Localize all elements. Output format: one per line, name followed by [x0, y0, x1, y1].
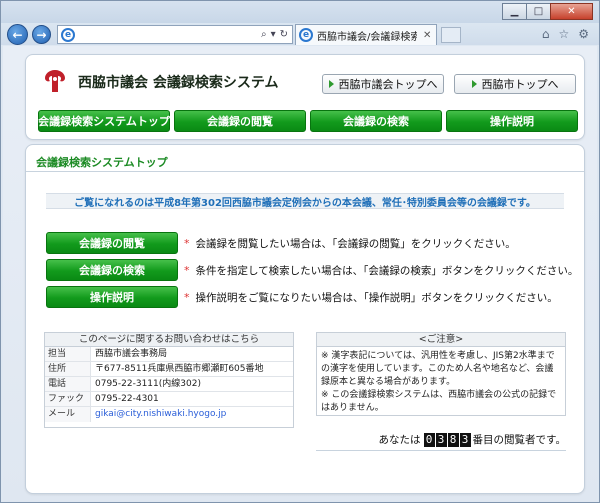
counter-suffix: 番目の閲覧者です。	[472, 434, 566, 446]
browser-tab[interactable]: e 西脇市議会/会議録検索シ... ✕	[295, 24, 437, 45]
browser-window: ▁ □ ✕ ← → e ⌕ ▾ ↻ e 西脇市議会/会議録検索シ... ✕ ⌂ …	[0, 0, 600, 503]
home-icon[interactable]: ⌂	[542, 27, 550, 41]
counter-digit: 8	[447, 432, 459, 447]
close-icon[interactable]: ✕	[550, 3, 593, 20]
caution-note-2: ※ この会議録検索システムは、西脇市議会の公式の記録ではありません。	[321, 390, 557, 413]
contact-table: このページに関するお問い合わせはこちら 担当 西脇市議会事務局 住所 〒677-…	[44, 332, 294, 428]
email-link[interactable]: gikai@city.nishiwaki.hyogo.jp	[91, 407, 226, 422]
back-button[interactable]: ←	[7, 24, 28, 45]
search-icon[interactable]: ⌕	[261, 29, 267, 40]
nav-browse[interactable]: 会議録の閲覧	[174, 110, 306, 132]
table-row: ファックス 0795-22-4301	[45, 392, 293, 418]
site-header: 西脇市議会 会議録検索システム 西脇市議会トップへ 西脇市トップへ 会議録検索シ…	[25, 54, 585, 140]
refresh-icon[interactable]: ↻	[280, 29, 288, 40]
main-panel: 会議録検索システムトップ ご覧になれるのは平成8年第302回西脇市議会定例会から…	[25, 144, 585, 494]
visitor-counter-line: あなたは 0 3 8 3 番目の閲覧者です。	[316, 432, 566, 447]
counter-digit: 3	[459, 432, 471, 447]
search-button[interactable]: 会議録の検索	[46, 259, 178, 281]
link-city-top-label: 西脇市トップへ	[481, 78, 559, 91]
caution-text: ※ 漢字表記については、汎用性を考慮し、JIS第2水準までの漢字を使用しています…	[317, 347, 565, 418]
tab-close-icon[interactable]: ✕	[423, 30, 431, 41]
browse-description-text: 会議録を閲覧したい場合は、「会議録の閲覧」をクリックください。	[195, 238, 516, 250]
browser-tools: ⌂ ☆ ⚙	[542, 27, 589, 41]
counter-digit: 3	[435, 432, 447, 447]
table-row: 住所 〒677-8511兵庫県西脇市郷瀬町605番地	[45, 362, 293, 377]
counter-prefix: あなたは	[378, 434, 421, 446]
title-bar: ▁ □ ✕	[1, 1, 599, 23]
window-controls: ▁ □ ✕	[502, 3, 593, 20]
caution-heading: <ご注意>	[317, 333, 565, 347]
counter-divider	[316, 450, 566, 451]
forward-arrow-icon: →	[36, 27, 47, 42]
maximize-icon[interactable]: □	[526, 3, 551, 20]
table-row: 電話 0795-22-3111(内線302)	[45, 377, 293, 392]
tab-favicon-icon: e	[299, 28, 313, 42]
help-description: * 操作説明をご覧になりたい場合は、「操作説明」ボタンをクリックください。	[184, 290, 558, 305]
contact-value: 西脇市議会事務局	[95, 349, 168, 359]
contact-value: 0795-22-3111(内線302)	[95, 379, 201, 389]
browse-button[interactable]: 会議録の閲覧	[46, 232, 178, 254]
contact-key: ファックス	[45, 392, 91, 418]
visitor-counter: 0 3 8 3	[423, 432, 471, 447]
link-council-top[interactable]: 西脇市議会トップへ	[322, 74, 444, 94]
contact-heading: このページに関するお問い合わせはこちら	[45, 333, 293, 347]
contact-key: 電話	[45, 377, 91, 391]
caution-note-1: ※ 漢字表記については、汎用性を考慮し、JIS第2水準までの漢字を使用しています…	[321, 351, 555, 387]
nav-help[interactable]: 操作説明	[446, 110, 578, 132]
contact-key: 担当	[45, 347, 91, 361]
contact-key: 住所	[45, 362, 91, 376]
search-description-text: 条件を指定して検索したい場合は、「会議録の検索」ボタンをクリックください。	[195, 265, 579, 277]
notice-bar: ご覧になれるのは平成8年第302回西脇市議会定例会からの本会議、常任･特別委員会…	[46, 193, 564, 209]
nav-system-top[interactable]: 会議録検索システムトップ	[38, 110, 170, 132]
back-arrow-icon: ←	[12, 27, 23, 42]
table-row: 担当 西脇市議会事務局	[45, 347, 293, 362]
section-title: 会議録検索システムトップ	[36, 156, 168, 169]
search-description: * 条件を指定して検索したい場合は、「会議録の検索」ボタンをクリックください。	[184, 263, 578, 278]
new-tab-button[interactable]	[441, 27, 461, 43]
ie-page-icon: e	[61, 27, 75, 42]
table-row: メール gikai@city.nishiwaki.hyogo.jp	[45, 407, 293, 422]
link-council-top-label: 西脇市議会トップへ	[338, 78, 438, 91]
dropdown-icon[interactable]: ▾	[271, 29, 276, 40]
browser-toolbar: ← → e ⌕ ▾ ↻ e 西脇市議会/会議録検索シ... ✕ ⌂ ☆ ⚙	[1, 23, 599, 45]
help-button[interactable]: 操作説明	[46, 286, 178, 308]
asterisk-icon: *	[184, 264, 190, 277]
nav-search[interactable]: 会議録の検索	[310, 110, 442, 132]
browse-description: * 会議録を閲覧したい場合は、「会議録の閲覧」をクリックください。	[184, 236, 516, 251]
city-emblem-icon	[45, 70, 65, 92]
caution-box: <ご注意> ※ 漢字表記については、汎用性を考慮し、JIS第2水準までの漢字を使…	[316, 332, 566, 416]
contact-value: 0795-22-4301	[95, 394, 159, 404]
section-divider	[26, 171, 584, 172]
contact-value: 〒677-8511兵庫県西脇市郷瀬町605番地	[95, 364, 264, 374]
minimize-icon[interactable]: ▁	[502, 3, 527, 20]
forward-button[interactable]: →	[32, 25, 51, 44]
page-content: 西脇市議会 会議録検索システム 西脇市議会トップへ 西脇市トップへ 会議録検索シ…	[3, 46, 597, 502]
site-title: 西脇市議会 会議録検索システム	[78, 75, 279, 91]
favorites-star-icon[interactable]: ☆	[558, 27, 569, 41]
help-description-text: 操作説明をご覧になりたい場合は、「操作説明」ボタンをクリックください。	[195, 292, 558, 304]
asterisk-icon: *	[184, 237, 190, 250]
asterisk-icon: *	[184, 291, 190, 304]
settings-gear-icon[interactable]: ⚙	[578, 27, 589, 41]
address-bar[interactable]: e ⌕ ▾ ↻	[57, 25, 293, 44]
counter-digit: 0	[423, 432, 435, 447]
address-controls: ⌕ ▾ ↻	[261, 29, 292, 40]
arrow-right-icon	[328, 80, 334, 88]
contact-key: メール	[45, 407, 91, 422]
arrow-right-icon	[471, 80, 477, 88]
tab-title: 西脇市議会/会議録検索シ...	[317, 31, 417, 43]
link-city-top[interactable]: 西脇市トップへ	[454, 74, 576, 94]
